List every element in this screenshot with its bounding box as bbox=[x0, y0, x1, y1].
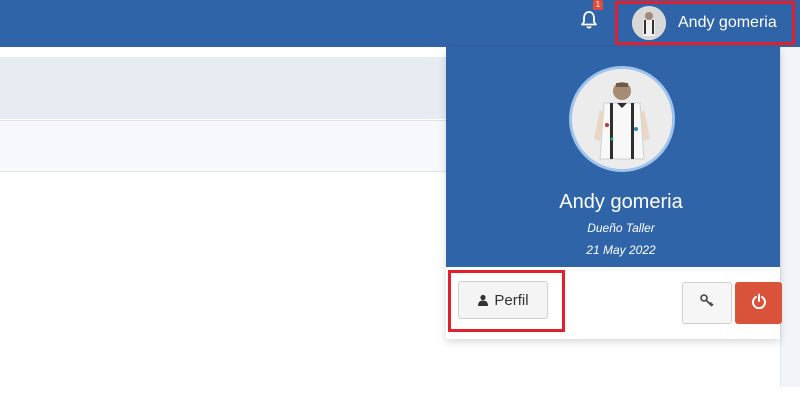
user-dropdown-header: Andy gomeria Dueño Taller 21 May 2022 bbox=[446, 47, 780, 267]
page-header-band bbox=[0, 57, 446, 119]
page-subheader-band bbox=[0, 120, 446, 172]
profile-role: Dueño Taller bbox=[587, 221, 655, 235]
power-icon bbox=[751, 293, 767, 314]
page-scroll-edge bbox=[780, 47, 800, 387]
perfil-button-label: Perfil bbox=[494, 291, 529, 309]
perfil-button[interactable]: Perfil bbox=[458, 281, 548, 319]
user-menu-name: Andy gomeria bbox=[678, 14, 777, 31]
profile-name: Andy gomeria bbox=[559, 191, 683, 213]
avatar bbox=[632, 6, 666, 40]
top-navbar: 1 Andy gomeria bbox=[0, 0, 800, 47]
key-icon bbox=[699, 293, 715, 314]
logout-button[interactable] bbox=[735, 282, 782, 324]
notifications-bell-icon[interactable] bbox=[578, 9, 600, 31]
user-menu-toggle[interactable]: Andy gomeria bbox=[615, 1, 795, 45]
profile-date: 21 May 2022 bbox=[586, 243, 656, 257]
notification-count-badge: 1 bbox=[593, 0, 603, 10]
profile-avatar bbox=[569, 66, 675, 172]
user-icon bbox=[477, 294, 489, 306]
user-dropdown-menu: Andy gomeria Dueño Taller 21 May 2022 Pe… bbox=[446, 47, 782, 339]
change-password-button[interactable] bbox=[682, 282, 732, 324]
user-dropdown-footer: Perfil bbox=[446, 267, 782, 339]
